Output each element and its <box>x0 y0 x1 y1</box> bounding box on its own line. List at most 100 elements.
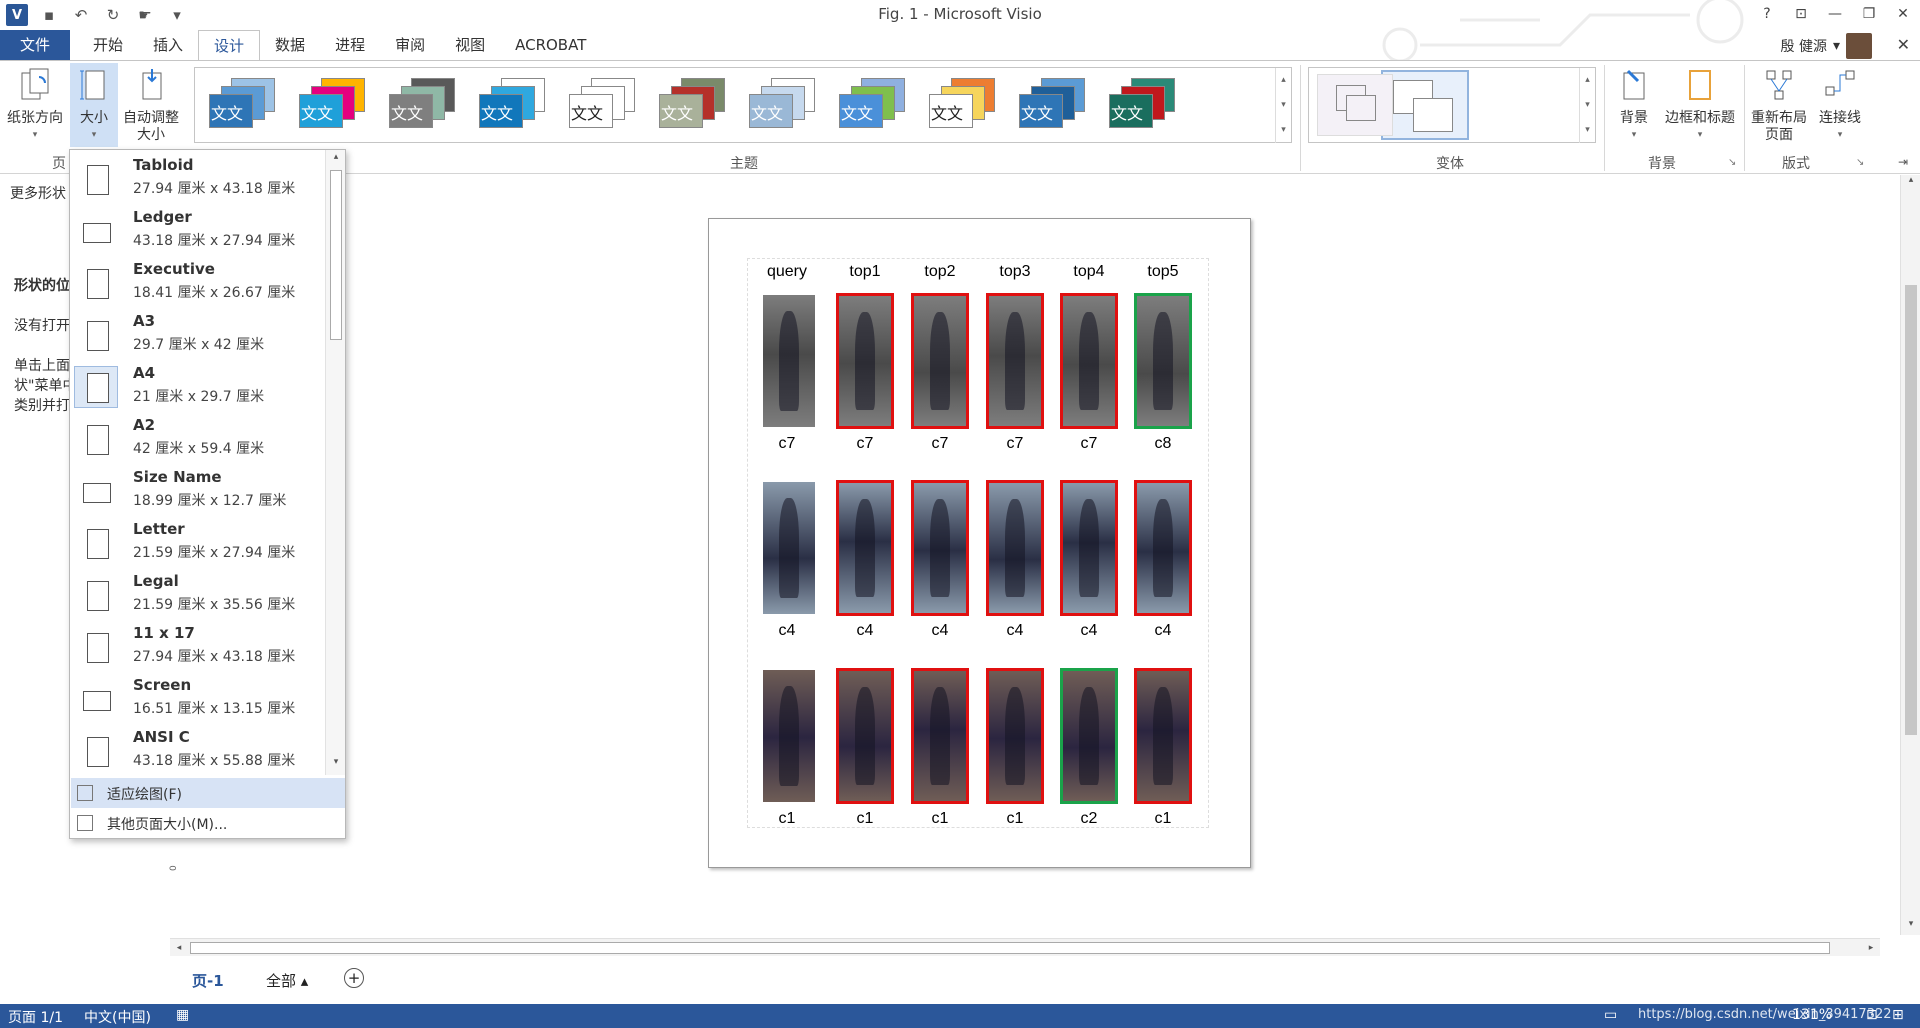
theme-item[interactable]: 文文 <box>743 74 823 134</box>
theme-item[interactable]: 文文 <box>923 74 1003 134</box>
theme-item[interactable]: 文文 <box>473 74 553 134</box>
zoom-level[interactable]: 131% <box>1792 1007 1832 1023</box>
scrollbar-thumb[interactable] <box>190 942 1830 954</box>
horizontal-scrollbar[interactable]: ◂ ▸ <box>170 938 1880 956</box>
variants-scroll-up-icon[interactable]: ▴ <box>1579 68 1595 93</box>
close-window-icon[interactable]: ✕ <box>1897 35 1910 54</box>
tab-7[interactable]: ACROBAT <box>500 30 601 60</box>
auto-size-button[interactable]: 自动调整 大小 <box>120 67 182 144</box>
drawing-page[interactable]: query top1 top2 top3 top4 top5 c7 c7 c7 c7 c7 c8 c4 c… <box>708 218 1251 868</box>
fit-page-icon[interactable]: ⊡ <box>1866 1007 1878 1023</box>
scrollbar-thumb[interactable] <box>1905 285 1917 735</box>
close-button[interactable]: ✕ <box>1886 0 1920 28</box>
fit-to-drawing-button[interactable]: 适应绘图(F) <box>71 778 345 808</box>
tab-6[interactable]: 视图 <box>440 30 500 60</box>
tab-1[interactable]: 插入 <box>138 30 198 60</box>
orientation-button[interactable]: 纸张方向 ▾ <box>4 67 66 144</box>
more-shapes-link[interactable]: 更多形状 <box>10 183 66 203</box>
wrong-match-image[interactable] <box>986 293 1044 429</box>
page-size-option[interactable]: Tabloid 27.94 厘米 x 43.18 厘米 <box>70 152 326 204</box>
page-size-option[interactable]: Executive 18.41 厘米 x 26.67 厘米 <box>70 256 326 308</box>
scroll-right-icon[interactable]: ▸ <box>1862 939 1880 957</box>
scroll-up-icon[interactable]: ▴ <box>326 152 346 168</box>
relayout-page-button[interactable]: 重新布局 页面 <box>1746 67 1812 144</box>
wrong-match-image[interactable] <box>1060 480 1118 616</box>
minimize-button[interactable]: — <box>1818 0 1852 28</box>
page-size-option[interactable]: 11 x 17 27.94 厘米 x 43.18 厘米 <box>70 620 326 672</box>
theme-item[interactable]: 文文 <box>653 74 733 134</box>
size-button[interactable]: 大小 ▾ <box>70 63 118 147</box>
page-size-option[interactable]: Ledger 43.18 厘米 x 27.94 厘米 <box>70 204 326 256</box>
tab-5[interactable]: 审阅 <box>380 30 440 60</box>
help-button[interactable]: ? <box>1750 0 1784 28</box>
theme-item[interactable]: 文文 <box>833 74 913 134</box>
connectors-button[interactable]: 连接线 ▾ <box>1812 67 1868 144</box>
page-size-option[interactable]: A2 42 厘米 x 59.4 厘米 <box>70 412 326 464</box>
correct-match-image[interactable] <box>1134 293 1192 429</box>
correct-match-image[interactable] <box>1060 668 1118 804</box>
vertical-scrollbar[interactable]: ▴ ▾ <box>1900 175 1920 935</box>
page-size-option[interactable]: Letter 21.59 厘米 x 27.94 厘米 <box>70 516 326 568</box>
variants-scroll-down-icon[interactable]: ▾ <box>1579 93 1595 118</box>
tab-file[interactable]: 文件 <box>0 30 70 60</box>
theme-item[interactable]: 文文 <box>563 74 643 134</box>
theme-item[interactable]: 文文 <box>1103 74 1183 134</box>
variants-more-icon[interactable]: ▾ <box>1579 118 1595 143</box>
scroll-up-icon[interactable]: ▴ <box>1901 175 1920 191</box>
tab-2[interactable]: 设计 <box>198 30 261 60</box>
scroll-down-icon[interactable]: ▾ <box>326 757 346 773</box>
borders-titles-button[interactable]: 边框和标题 ▾ <box>1660 67 1740 144</box>
wrong-match-image[interactable] <box>836 293 894 429</box>
wrong-match-image[interactable] <box>1134 668 1192 804</box>
page-size-option[interactable]: ANSI C 43.18 厘米 x 55.88 厘米 <box>70 724 326 775</box>
macro-icon[interactable]: ▦ <box>176 1007 189 1023</box>
wrong-match-image[interactable] <box>911 293 969 429</box>
wrong-match-image[interactable] <box>911 668 969 804</box>
page-size-option[interactable]: A3 29.7 厘米 x 42 厘米 <box>70 308 326 360</box>
background-button[interactable]: 背景 ▾ <box>1608 67 1660 144</box>
pin-ribbon-icon[interactable]: ⇥ <box>1898 155 1908 169</box>
more-page-sizes-button[interactable]: 其他页面大小(M)... <box>71 808 345 838</box>
presentation-mode-icon[interactable]: ▭ <box>1604 1007 1617 1023</box>
theme-item[interactable]: 文文 <box>203 74 283 134</box>
theme-item[interactable]: 文文 <box>383 74 463 134</box>
wrong-match-image[interactable] <box>911 480 969 616</box>
page-size-option[interactable]: Size Name 18.99 厘米 x 12.7 厘米 <box>70 464 326 516</box>
themes-scroll-down-icon[interactable]: ▾ <box>1275 93 1291 118</box>
wrong-match-image[interactable] <box>836 480 894 616</box>
wrong-match-image[interactable] <box>986 480 1044 616</box>
page-size-option[interactable]: Screen 16.51 厘米 x 13.15 厘米 <box>70 672 326 724</box>
query-image[interactable] <box>763 482 815 614</box>
dialog-launcher-icon[interactable]: ↘ <box>1728 157 1736 168</box>
user-account[interactable]: 殷 健源 ▾ <box>1781 33 1872 59</box>
page-size-option[interactable]: Legal 21.59 厘米 x 35.56 厘米 <box>70 568 326 620</box>
status-page[interactable]: 页面 1/1 <box>8 1007 63 1027</box>
wrong-match-image[interactable] <box>986 668 1044 804</box>
add-page-button[interactable]: + <box>344 968 364 988</box>
variant-item[interactable] <box>1317 74 1393 136</box>
query-image[interactable] <box>763 670 815 802</box>
themes-more-icon[interactable]: ▾ <box>1275 118 1291 143</box>
reid-figure[interactable]: query top1 top2 top3 top4 top5 c7 c7 c7 c7 c7 c8 c4 c… <box>747 258 1209 828</box>
wrong-match-image[interactable] <box>1060 293 1118 429</box>
tab-0[interactable]: 开始 <box>78 30 138 60</box>
query-image[interactable] <box>763 295 815 427</box>
scroll-left-icon[interactable]: ◂ <box>170 939 188 957</box>
ribbon-display-button[interactable]: ⊡ <box>1784 0 1818 28</box>
restore-button[interactable]: ❐ <box>1852 0 1886 28</box>
themes-scroll-up-icon[interactable]: ▴ <box>1275 68 1291 93</box>
pan-zoom-icon[interactable]: ⊞ <box>1892 1007 1904 1023</box>
status-language[interactable]: 中文(中国) <box>84 1007 151 1027</box>
page-size-option[interactable]: A4 21 厘米 x 29.7 厘米 <box>70 360 326 412</box>
wrong-match-image[interactable] <box>1134 480 1192 616</box>
tab-4[interactable]: 进程 <box>320 30 380 60</box>
theme-item[interactable]: 文文 <box>1013 74 1093 134</box>
dropdown-scrollbar[interactable]: ▴ ▾ <box>325 150 345 775</box>
tab-page-1[interactable]: 页-1 <box>192 970 224 991</box>
all-pages-button[interactable]: 全部 ▴ <box>266 970 308 991</box>
theme-item[interactable]: 文文 <box>293 74 373 134</box>
dialog-launcher-icon[interactable]: ↘ <box>1856 157 1864 168</box>
scroll-down-icon[interactable]: ▾ <box>1901 919 1920 935</box>
tab-3[interactable]: 数据 <box>260 30 320 60</box>
scrollbar-thumb[interactable] <box>330 170 342 340</box>
